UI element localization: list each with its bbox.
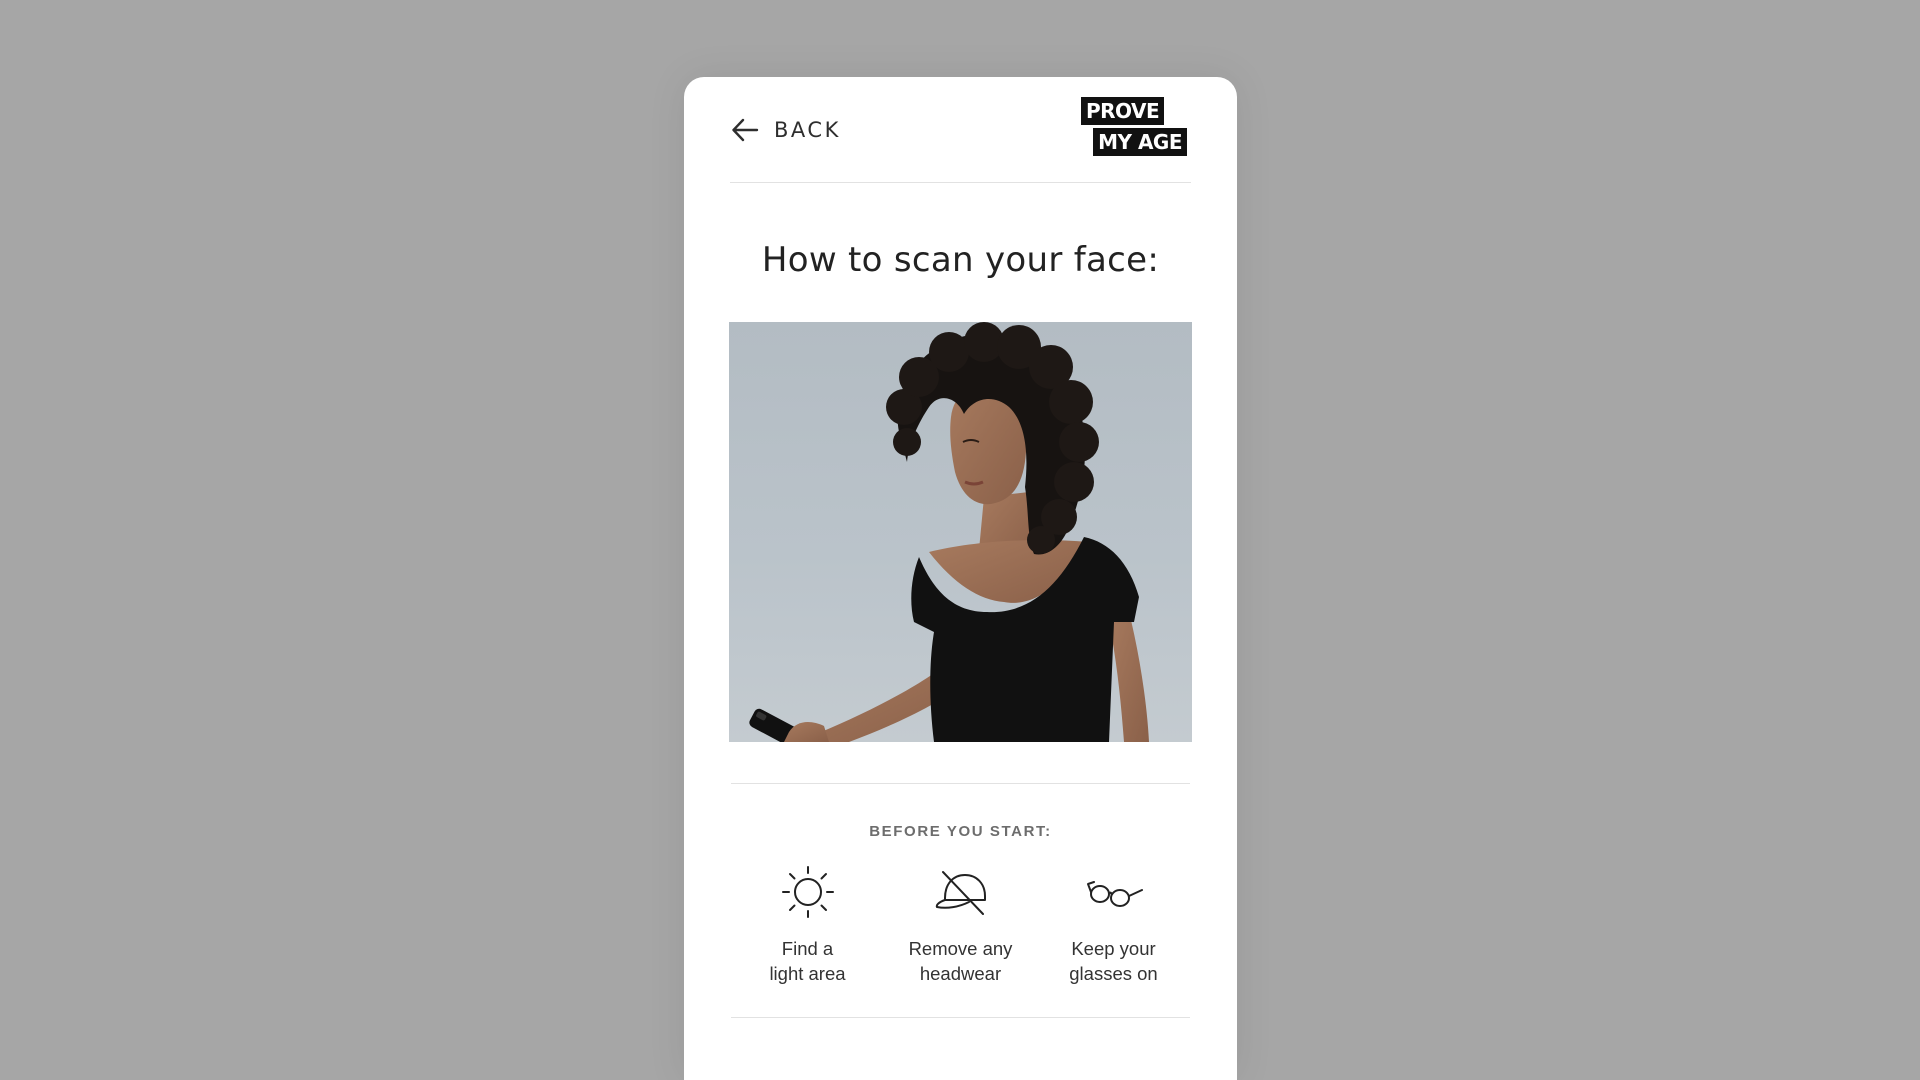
back-button[interactable]: BACK: [730, 112, 841, 148]
tip-label: Find a light area: [769, 936, 845, 986]
tip-label-line: headwear: [919, 963, 1002, 984]
tip-light-area: Find a light area: [731, 862, 884, 986]
tip-label-line: Find a: [781, 938, 834, 959]
tip-label-line: Keep your: [1071, 938, 1156, 959]
before-you-start-label: BEFORE YOU START:: [869, 823, 1052, 840]
tip-label-line: Remove any: [908, 938, 1013, 959]
tip-remove-headwear: Remove any headwear: [884, 862, 1037, 986]
no-cap-icon: [929, 862, 993, 922]
tip-label-line: glasses on: [1069, 963, 1158, 984]
tip-label-line: light area: [769, 963, 846, 984]
tip-keep-glasses: Keep your glasses on: [1037, 862, 1190, 986]
divider: [731, 1017, 1190, 1018]
page-title: How to scan your face:: [761, 240, 1160, 280]
screen-backdrop: BACK PROVE MY AGE How to scan your face:: [0, 0, 1920, 1080]
header: BACK PROVE MY AGE: [730, 77, 1191, 183]
glasses-icon: [1082, 862, 1146, 922]
logo-line-prove: PROVE: [1081, 97, 1165, 125]
arrow-left-icon: [732, 118, 759, 142]
woman-looking-at-phone-photo: [749, 322, 1149, 742]
mobile-card: BACK PROVE MY AGE How to scan your face:: [684, 77, 1237, 1080]
back-label: BACK: [774, 118, 841, 142]
sun-icon: [776, 862, 840, 922]
prove-my-age-logo: PROVE MY AGE: [1081, 97, 1187, 157]
hero-image: [729, 322, 1192, 742]
logo-line-my-age: MY AGE: [1093, 128, 1187, 156]
tip-label: Remove any headwear: [909, 936, 1013, 986]
divider: [731, 783, 1190, 784]
tip-label: Keep your glasses on: [1069, 936, 1157, 986]
tips-row: Find a light area Remove any headwear Ke…: [731, 862, 1190, 986]
